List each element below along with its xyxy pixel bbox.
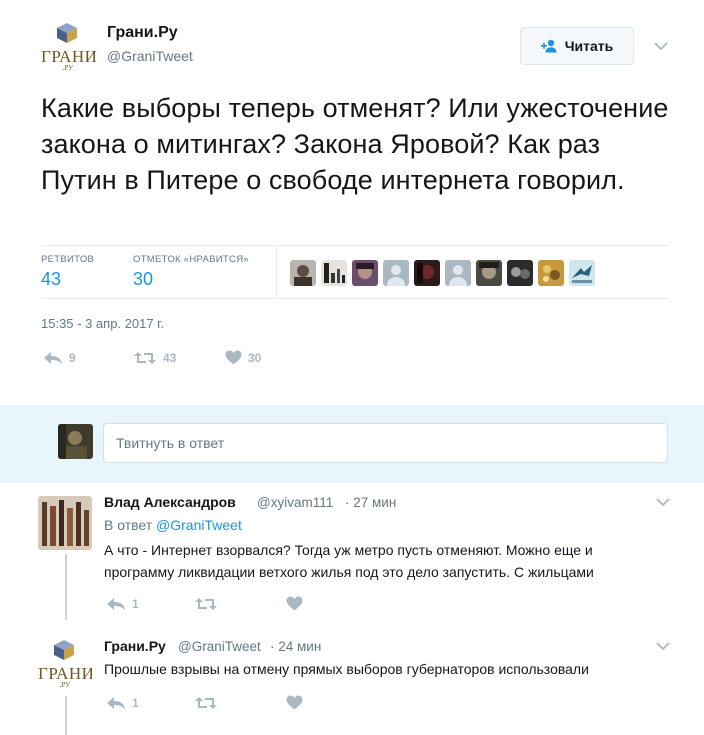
reply-icon <box>107 598 125 610</box>
reply-icon <box>107 697 125 709</box>
liker-avatar[interactable] <box>538 260 564 286</box>
current-user-avatar[interactable] <box>58 424 93 459</box>
retweet-icon <box>195 697 217 709</box>
heart-icon <box>286 596 303 611</box>
thread-line <box>65 554 67 620</box>
reply-author-name[interactable]: Влад Александров <box>104 494 236 510</box>
reply-author-avatar[interactable] <box>38 496 92 550</box>
reply-button[interactable]: 1 <box>106 696 139 710</box>
reply-count: 1 <box>132 597 139 611</box>
thread-line <box>65 696 67 735</box>
chevron-down-icon[interactable] <box>656 642 670 650</box>
reply-time[interactable]: · 24 мин <box>270 639 321 654</box>
stats-divider-bottom <box>41 298 669 299</box>
retweet-count: 43 <box>163 351 177 365</box>
chevron-down-icon[interactable] <box>656 498 670 506</box>
tweet-text: Какие выборы теперь отменят? Или ужесточ… <box>41 93 669 195</box>
add-user-icon <box>540 39 557 53</box>
reply-author-name[interactable]: Грани.Ру <box>104 638 166 654</box>
reply-button[interactable]: 9 <box>43 351 76 365</box>
heart-icon <box>286 695 303 710</box>
reply-author-avatar[interactable]: ГРАНИ .РУ <box>38 637 92 691</box>
stats-divider-top <box>41 245 669 246</box>
reply-text-line: А что - Интернет взорвался? Тогда уж мет… <box>104 542 593 558</box>
like-button[interactable] <box>286 695 303 710</box>
liker-avatar[interactable] <box>414 260 440 286</box>
logo-subtext: .РУ <box>62 64 74 72</box>
retweet-icon <box>134 352 156 364</box>
reply-to-link[interactable]: @GraniTweet <box>156 517 242 533</box>
retweet-button[interactable]: 43 <box>133 351 176 365</box>
author-name[interactable]: Грани.Ру <box>107 24 178 42</box>
retweets-count[interactable]: 43 <box>41 269 61 290</box>
tweet-timestamp[interactable]: 15:35 - 3 апр. 2017 г. <box>41 316 164 331</box>
liker-avatar[interactable] <box>383 260 409 286</box>
reply-count: 9 <box>69 351 76 365</box>
reply-author-handle[interactable]: @xyivam111 <box>257 495 333 510</box>
liker-avatar[interactable] <box>445 260 471 286</box>
stats-divider-vertical <box>276 247 277 297</box>
reply-button[interactable]: 1 <box>106 597 139 611</box>
reply-author-handle[interactable]: @GraniTweet <box>178 639 261 654</box>
reply-text-line: Прошлые взрывы на отмену прямых выборов … <box>104 661 589 677</box>
chevron-down-icon[interactable] <box>654 42 668 50</box>
liker-avatar[interactable] <box>476 260 502 286</box>
follow-button[interactable]: Читать <box>520 27 634 65</box>
reply-input[interactable]: Твитнуть в ответ <box>103 423 668 463</box>
likes-label: ОТМЕТОК «НРАВИТСЯ» <box>133 254 249 265</box>
reply-to-line: В ответ @GraniTweet <box>104 517 242 533</box>
follow-label: Читать <box>564 38 614 54</box>
author-handle[interactable]: @GraniTweet <box>107 48 193 64</box>
like-button[interactable]: 30 <box>225 350 261 365</box>
retweet-button[interactable] <box>194 696 218 710</box>
like-button[interactable] <box>286 596 303 611</box>
author-avatar[interactable]: ГРАНИ .РУ <box>41 20 97 74</box>
liker-avatar[interactable] <box>290 260 316 286</box>
reply-to-prefix: В ответ <box>104 517 153 533</box>
liker-avatar[interactable] <box>321 260 347 286</box>
retweet-button[interactable] <box>194 597 218 611</box>
liker-avatars <box>290 260 595 286</box>
liker-avatar[interactable] <box>507 260 533 286</box>
liker-avatar[interactable] <box>569 260 595 286</box>
heart-icon <box>225 350 242 365</box>
reply-time[interactable]: · 27 мин <box>345 495 396 510</box>
logo-cube-icon <box>54 640 74 660</box>
retweet-icon <box>195 598 217 610</box>
likes-count[interactable]: 30 <box>133 269 153 290</box>
logo-subtext: .РУ <box>59 681 71 689</box>
retweets-label: РЕТВИТОВ <box>41 254 95 265</box>
reply-text-line: программу ликвидации ветхого жилья под э… <box>104 564 594 580</box>
logo-cube-icon <box>57 23 77 43</box>
reply-count: 1 <box>132 696 139 710</box>
liker-avatar[interactable] <box>352 260 378 286</box>
like-count: 30 <box>248 350 262 365</box>
reply-icon <box>44 352 62 364</box>
